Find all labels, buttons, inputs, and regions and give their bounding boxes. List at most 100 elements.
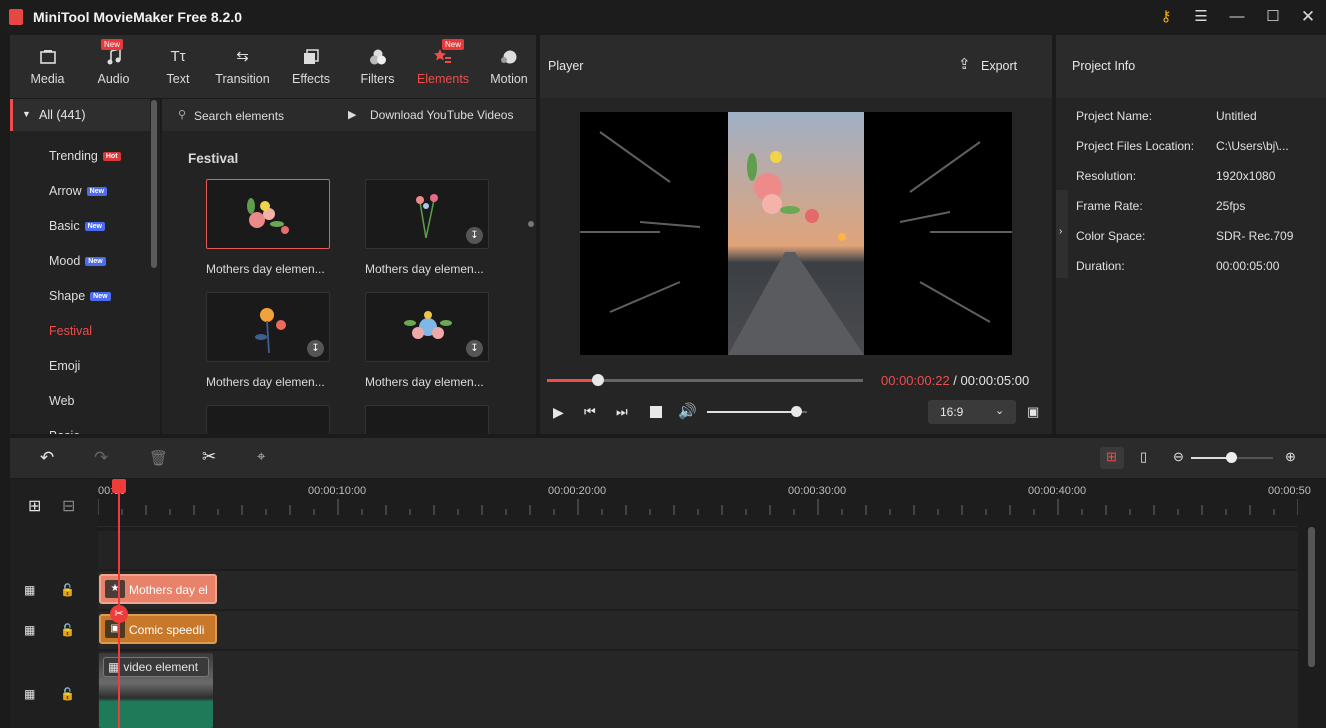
chevron-right-icon: › <box>1059 226 1063 237</box>
video-clip[interactable]: ▦ video element <box>99 653 213 728</box>
close-icon[interactable]: ✕ <box>1297 6 1319 28</box>
stop-icon[interactable] <box>650 406 662 418</box>
sidebar-item-arrow[interactable]: Arrow New <box>49 184 108 198</box>
element-label: Mothers day elemen... <box>365 262 484 276</box>
zoom-slider[interactable] <box>1191 452 1273 463</box>
redo-icon[interactable]: ↷ <box>94 448 108 468</box>
tab-elements[interactable]: New Elements <box>413 35 473 98</box>
volume-knob[interactable] <box>791 406 802 417</box>
sidebar-item-shape[interactable]: Shape New <box>49 289 111 303</box>
sidebar-item-mood[interactable]: Mood New <box>49 254 106 268</box>
add-track-icon[interactable]: ⊞ <box>28 496 41 516</box>
volume-icon[interactable]: 🔊 <box>678 402 697 420</box>
scissors-icon[interactable]: ✂ <box>110 605 128 623</box>
lock-icon[interactable]: 🔓 <box>60 687 75 701</box>
export-button[interactable]: Export <box>981 59 1017 73</box>
tab-audio[interactable]: New Audio <box>86 35 141 98</box>
sidebar-scrollbar[interactable] <box>151 100 157 268</box>
download-youtube-button[interactable]: Download YouTube Videos <box>370 108 513 122</box>
play-icon[interactable]: ▶ <box>553 404 564 421</box>
key-icon[interactable]: ⚷ <box>1155 6 1177 28</box>
playback-progress-bar[interactable] <box>547 374 863 386</box>
element-thumbnail[interactable]: ↧ <box>365 292 489 362</box>
new-badge: New <box>85 257 106 267</box>
playhead-handle[interactable] <box>112 479 126 493</box>
download-icon[interactable]: ↧ <box>466 227 483 244</box>
playhead[interactable] <box>118 479 120 728</box>
tab-filters[interactable]: Filters <box>350 35 405 98</box>
section-title: Festival <box>188 151 239 166</box>
timeline-scrollbar[interactable] <box>1308 527 1315 667</box>
tab-transition[interactable]: ⇆ Transition <box>210 35 275 98</box>
lock-icon[interactable]: 🔓 <box>60 623 75 637</box>
sidebar-item-festival[interactable]: Festival <box>49 324 92 338</box>
element-thumbnail[interactable] <box>206 405 330 434</box>
zoom-in-icon[interactable]: ⊕ <box>1285 449 1296 465</box>
minimize-icon[interactable]: — <box>1226 6 1248 28</box>
chevron-down-icon: ⌄ <box>995 405 1005 417</box>
elements-search-bar: ⚲ Search elements ▶ Download YouTube Vid… <box>162 99 536 131</box>
split-icon[interactable]: ✂ <box>202 447 216 467</box>
crop-icon[interactable]: ⌖ <box>257 448 265 465</box>
download-icon[interactable]: ↧ <box>307 340 324 357</box>
delete-icon[interactable]: 🗑 <box>149 449 168 467</box>
info-value: 1920x1080 <box>1216 169 1276 183</box>
sidebar-item-basic-2[interactable]: Basic <box>49 429 80 434</box>
element-thumbnail[interactable] <box>206 179 330 249</box>
element-thumbnail[interactable]: ↧ <box>365 179 489 249</box>
sidebar-item-emoji[interactable]: Emoji <box>49 359 80 373</box>
hot-badge: Hot <box>102 152 121 162</box>
search-input[interactable]: Search elements <box>194 109 284 123</box>
effect-track: ▣ Comic speedli <box>98 611 1298 649</box>
aspect-ratio-value: 16:9 <box>940 405 964 419</box>
info-key: Project Name: <box>1076 109 1153 123</box>
tab-motion[interactable]: Motion <box>484 35 534 98</box>
info-value: SDR- Rec.709 <box>1216 229 1294 243</box>
tick-label: 00:00:50 <box>1268 485 1311 497</box>
fit-zoom-icon[interactable]: ▯ <box>1140 449 1147 465</box>
project-info-panel: Project Info › Project Name: Untitled Pro… <box>1056 35 1326 434</box>
tick-label: 00:00:20:00 <box>548 485 607 497</box>
undo-icon[interactable]: ↶ <box>40 448 54 468</box>
export-icon: ⇪ <box>958 56 971 73</box>
time-ruler[interactable]: 00:00 00:00:10:00 00:00:20:00 00:00:30:0… <box>98 479 1311 527</box>
panel-resize-handle[interactable] <box>528 221 534 227</box>
timeline-clip[interactable]: ★ Mothers day el <box>99 574 217 604</box>
search-icon: ⚲ <box>178 109 187 121</box>
sidebar-all-label: All (441) <box>39 108 86 122</box>
lock-icon[interactable]: 🔓 <box>60 583 75 597</box>
tab-effects[interactable]: Effects <box>282 35 340 98</box>
new-badge: New <box>86 187 108 197</box>
playback-scrubber[interactable] <box>592 374 604 386</box>
snap-toggle[interactable]: ⊞ <box>1100 447 1124 469</box>
tab-text[interactable]: Tτ Text <box>153 35 203 98</box>
fullscreen-icon[interactable]: ▣ <box>1027 404 1039 420</box>
zoom-out-icon[interactable]: ⊖ <box>1173 449 1184 465</box>
info-key: Color Space: <box>1076 229 1146 243</box>
remove-track-icon[interactable]: ⊟ <box>62 496 75 516</box>
zoom-knob[interactable] <box>1226 452 1237 463</box>
audio-icon <box>107 48 121 65</box>
sidebar-item-web[interactable]: Web <box>49 394 74 408</box>
video-preview[interactable] <box>580 112 1012 355</box>
download-icon[interactable]: ↧ <box>466 340 483 357</box>
info-value: Untitled <box>1216 109 1257 123</box>
sidebar-item-trending[interactable]: Trending Hot <box>49 149 121 163</box>
previous-frame-icon[interactable]: ⏮ <box>584 404 596 420</box>
app-logo-icon <box>9 9 23 25</box>
element-thumbnail[interactable]: ↧ <box>206 292 330 362</box>
volume-slider[interactable] <box>707 406 807 417</box>
element-thumbnail[interactable] <box>365 405 489 434</box>
next-frame-icon[interactable]: ⏭ <box>616 404 628 420</box>
clip-label: video element <box>123 660 199 674</box>
sidebar-item-all[interactable]: ▼ All (441) <box>10 99 150 131</box>
maximize-icon[interactable]: ☐ <box>1262 6 1284 28</box>
collapse-panel-handle[interactable]: › <box>1056 190 1068 278</box>
aspect-ratio-select[interactable]: 16:9 ⌄ <box>928 400 1016 424</box>
menu-icon[interactable]: ☰ <box>1190 6 1212 28</box>
tab-media[interactable]: Media <box>20 35 75 98</box>
track-headers: ⊞ ⊟ ▦ 🔓 ▦ 🔓 ▦ 🔓 <box>10 479 98 728</box>
media-icon <box>39 50 56 64</box>
sidebar-item-basic[interactable]: Basic New <box>49 219 105 233</box>
element-label: Mothers day elemen... <box>206 375 325 389</box>
